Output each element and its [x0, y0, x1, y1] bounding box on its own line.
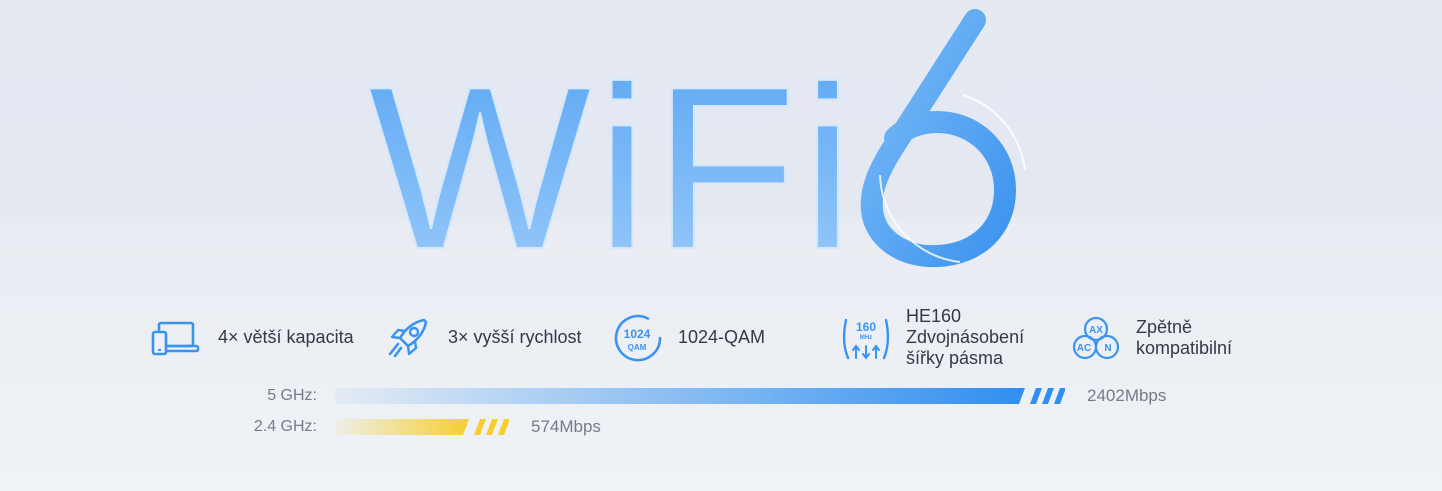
speed-value: 2402Mbps — [1087, 386, 1167, 405]
speed-value: 574Mbps — [531, 417, 601, 436]
feature-label: HE160 Zdvojnásobení šířky pásma — [906, 306, 1025, 368]
feature-capacity: 4× větší kapacita — [150, 300, 354, 375]
compatibility-icon: AX AC N — [1068, 310, 1124, 366]
feature-label: 1024-QAM — [678, 327, 766, 347]
speed-bar-stripe — [1042, 388, 1054, 404]
feature-label: Zpětně kompatibilní — [1136, 316, 1233, 358]
svg-text:N: N — [1104, 343, 1111, 354]
band-label: 5 GHz: — [267, 387, 317, 404]
speed-bar-stripe — [1030, 388, 1042, 404]
svg-text:QAM: QAM — [628, 343, 647, 352]
band-label: 2.4 GHz: — [253, 418, 317, 435]
feature-compat: AX AC N Zpětně kompatibilní — [1068, 300, 1232, 375]
six-numeral — [860, 9, 1026, 268]
rocket-icon — [380, 310, 436, 366]
speed-bar-stripe — [498, 419, 509, 435]
svg-text:AC: AC — [1077, 343, 1091, 354]
speed-row-24ghz: 2.4 GHz: 574Mbps — [0, 416, 1442, 438]
svg-text:AX: AX — [1089, 325, 1103, 336]
speed-bar — [335, 419, 509, 435]
feature-qam: 1024 QAM 1024-QAM — [610, 300, 765, 375]
he160-icon: 160 MHz — [838, 310, 894, 366]
wifi6-hero-title: WiFi — [360, 0, 1060, 299]
speed-bar-stripe — [1054, 388, 1065, 404]
feature-label: 3× vyšší rychlost — [448, 327, 582, 347]
qam-badge-icon: 1024 QAM — [610, 310, 666, 366]
svg-text:1024: 1024 — [624, 327, 651, 341]
svg-text:MHz: MHz — [860, 335, 872, 341]
speed-bar-stripe — [474, 419, 486, 435]
feature-he160: 160 MHz HE160 Zdvojnásobení šířky pásma — [838, 300, 1024, 375]
speed-row-5ghz: 5 GHz: 2402Mbps — [0, 385, 1442, 407]
speed-bar — [335, 388, 1065, 404]
wifi-text: WiFi — [368, 39, 858, 270]
speed-bar-fill — [335, 419, 469, 435]
feature-list: 4× větší kapacita 3× vyšší rychlost 1024… — [0, 300, 1442, 375]
feature-label: 4× větší kapacita — [218, 327, 354, 347]
feature-speed: 3× vyšší rychlost — [380, 300, 582, 375]
laptop-phone-icon — [150, 310, 206, 366]
speed-bar-fill — [335, 388, 1025, 404]
speed-bar-stripe — [486, 419, 498, 435]
svg-text:160: 160 — [856, 320, 876, 334]
